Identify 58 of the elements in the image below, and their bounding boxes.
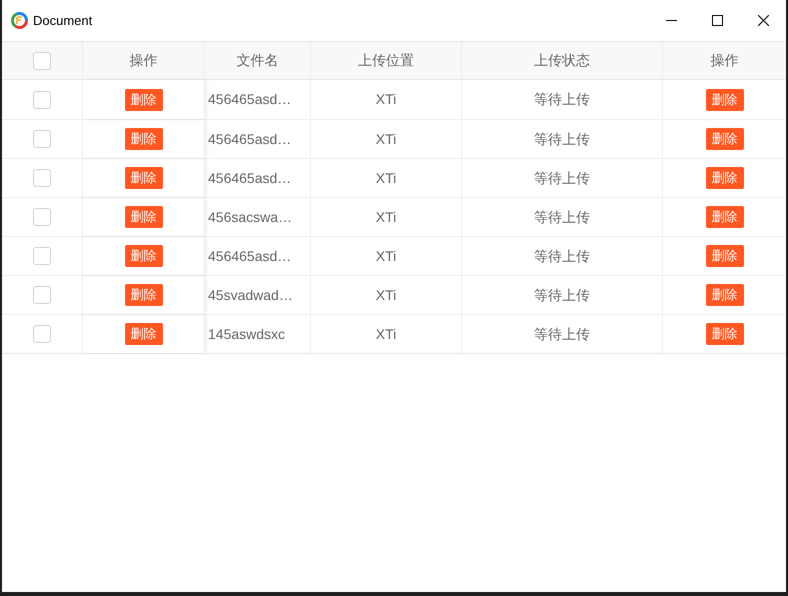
table-cell-text: XTi xyxy=(376,324,396,344)
delete-button[interactable]: 删除 xyxy=(124,245,162,267)
checkbox[interactable] xyxy=(33,325,51,343)
checkbox[interactable] xyxy=(33,90,51,108)
table-cell-text: 456sacswa… xyxy=(208,208,292,226)
table-cell-text: XTi xyxy=(376,90,396,109)
table-cell-text: XTi xyxy=(376,208,396,226)
column-header: 文件名 xyxy=(236,51,278,70)
table-cell-text: XTi xyxy=(376,286,396,304)
column-header: 上传位置 xyxy=(358,51,414,70)
checkbox[interactable] xyxy=(33,169,51,187)
table-cell-text: 等待上传 xyxy=(534,90,590,109)
table-row[interactable]: 删除 145aswdsxc XTi 等待上传 删除 xyxy=(2,314,786,353)
table-row[interactable]: 删除 456465asd… XTi 等待上传 删除 xyxy=(2,119,786,158)
delete-button[interactable]: 删除 xyxy=(706,128,744,150)
table-cell-text: 等待上传 xyxy=(534,168,590,188)
delete-button[interactable]: 删除 xyxy=(706,323,744,345)
delete-button[interactable]: 删除 xyxy=(124,284,162,306)
delete-button[interactable]: 删除 xyxy=(706,206,744,228)
table-cell-text: 等待上传 xyxy=(534,286,590,304)
column-header: 操作 xyxy=(130,51,158,70)
table-row[interactable]: 删除 456sacswa… XTi 等待上传 删除 xyxy=(2,197,786,236)
table-row[interactable]: 删除 45svadwad… XTi 等待上传 删除 xyxy=(2,275,786,314)
delete-button[interactable]: 删除 xyxy=(124,206,162,228)
table-cell-text: 456465asd… xyxy=(208,168,292,188)
window-title: Document xyxy=(33,12,92,30)
table-cell-text: 456465asd… xyxy=(208,246,292,266)
table-cell-text: XTi xyxy=(376,130,396,148)
table-cell-text: 等待上传 xyxy=(534,324,590,344)
checkbox[interactable] xyxy=(33,208,51,226)
table-cell-text: 456465asd… xyxy=(208,90,292,109)
table-cell-text: 456465asd… xyxy=(208,130,292,148)
column-header: 操作 xyxy=(710,51,738,70)
maximize-icon xyxy=(712,15,722,26)
table-cell-text: 145aswdsxc xyxy=(208,324,286,344)
delete-button[interactable]: 删除 xyxy=(706,284,744,306)
delete-button[interactable]: 删除 xyxy=(124,88,162,110)
delete-button[interactable]: 删除 xyxy=(124,167,162,189)
delete-button[interactable]: 删除 xyxy=(124,128,162,150)
delete-button[interactable]: 删除 xyxy=(706,88,744,110)
delete-button[interactable]: 删除 xyxy=(706,245,744,267)
table-row[interactable]: 删除 456465asd… XTi 等待上传 删除 xyxy=(2,158,786,197)
delete-button[interactable]: 删除 xyxy=(124,323,162,345)
checkbox[interactable] xyxy=(33,130,51,148)
delete-button[interactable]: 删除 xyxy=(706,167,744,189)
table-cell-text: 45svadwad… xyxy=(208,286,293,304)
table-row[interactable]: 删除 456465asd… XTi 等待上传 删除 xyxy=(2,236,786,275)
app-logo-icon xyxy=(11,12,28,29)
table-cell-text: 等待上传 xyxy=(534,208,590,226)
table-cell-text: XTi xyxy=(376,246,396,266)
checkbox[interactable] xyxy=(33,247,51,265)
table-cell-text: 等待上传 xyxy=(534,246,590,266)
close-icon xyxy=(758,15,768,26)
column-header: 上传状态 xyxy=(534,51,590,70)
table-cell-text: 等待上传 xyxy=(534,130,590,148)
checkbox[interactable] xyxy=(33,52,51,70)
table-cell-text: XTi xyxy=(376,168,396,188)
checkbox[interactable] xyxy=(33,286,51,304)
